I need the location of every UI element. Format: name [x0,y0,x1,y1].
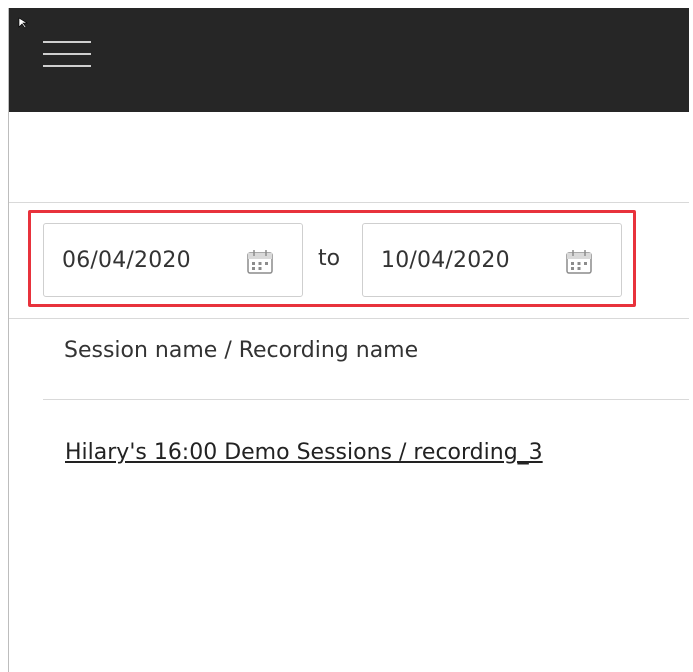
divider-top [9,202,689,203]
divider-below-date-range [9,318,689,319]
start-date-field[interactable]: 06/04/2020 [43,223,303,297]
date-separator-label: to [318,246,341,271]
header-underline [43,399,689,400]
hamburger-menu-icon [43,41,91,43]
column-header-session-recording: Session name / Recording name [64,338,419,363]
hamburger-menu-icon-line-2 [43,53,91,55]
calendar-icon[interactable] [245,247,275,277]
recording-link[interactable]: Hilary's 16:00 Demo Sessions / recording… [65,440,543,465]
mouse-cursor-icon [18,14,30,29]
end-date-value: 10/04/2020 [381,248,510,273]
hamburger-menu-icon-line-3 [43,65,91,67]
app-frame: 06/04/2020 to 10/04/2020 Session name / … [8,8,689,672]
start-date-value: 06/04/2020 [62,248,191,273]
calendar-icon[interactable] [564,247,594,277]
end-date-field[interactable]: 10/04/2020 [362,223,622,297]
top-bar [9,8,689,112]
menu-button[interactable] [41,38,93,74]
